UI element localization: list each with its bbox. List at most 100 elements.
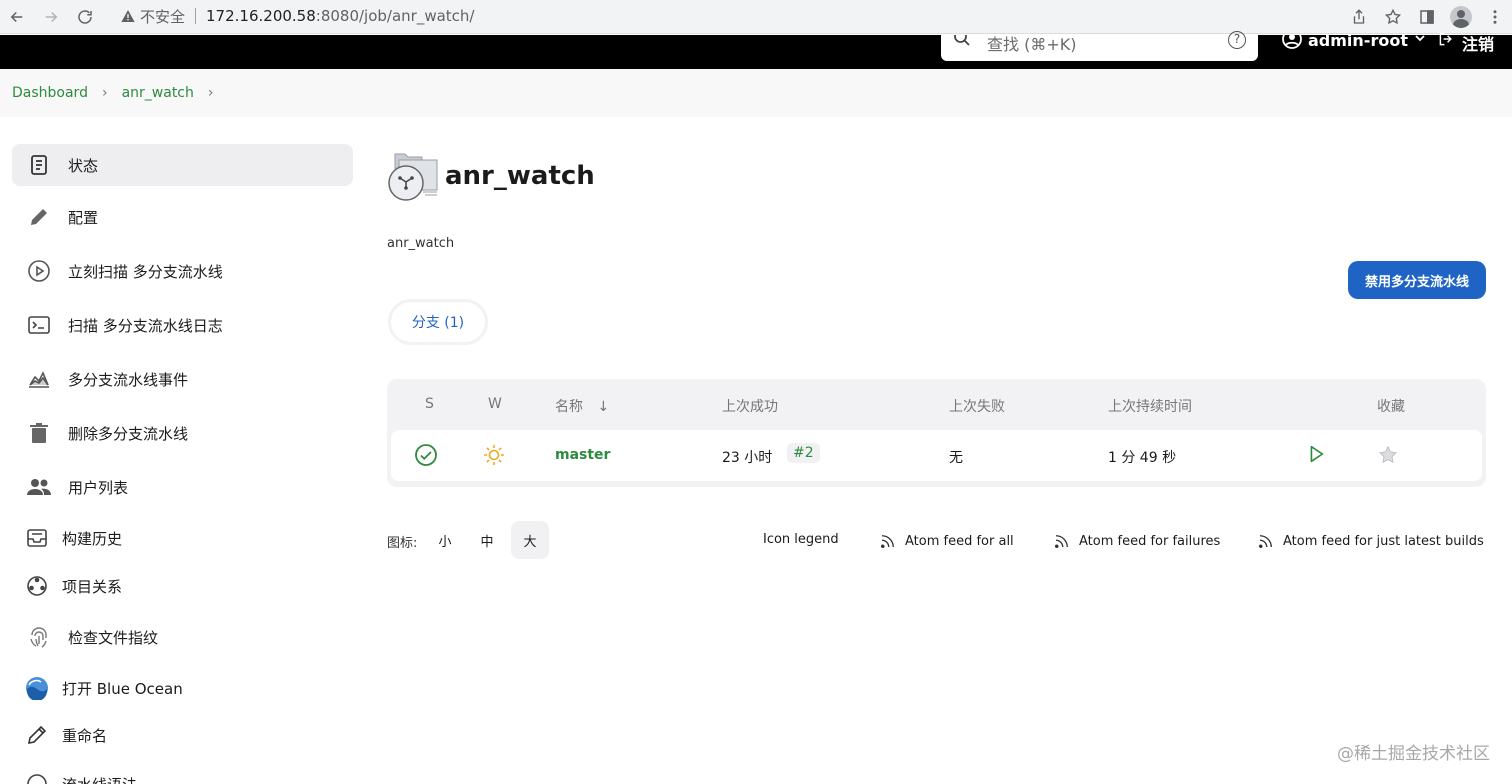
icon-legend-label: Icon legend <box>763 532 839 547</box>
sidebar-item-label: 立刻扫描 多分支流水线 <box>68 262 223 281</box>
sidebar-item-relationship[interactable]: 项目关系 <box>12 565 353 607</box>
table-header: S W 名称 ↓ 上次成功 上次失败 上次持续时间 收藏 <box>387 379 1486 429</box>
rename-pencil-icon <box>24 722 50 748</box>
sidebar-item-label: 构建历史 <box>62 529 123 548</box>
url-path: :8080/job/anr_watch/ <box>315 7 475 25</box>
profile-button[interactable] <box>1444 2 1478 32</box>
breadcrumb-job[interactable]: anr_watch <box>122 85 194 101</box>
user-circle-icon <box>1282 35 1302 49</box>
page-title: anr_watch <box>445 161 595 191</box>
document-icon <box>26 152 52 178</box>
sidebar-item-rename[interactable]: 重命名 <box>12 714 353 756</box>
atom-feed-all-link[interactable]: Atom feed for all <box>879 532 1014 550</box>
users-icon <box>26 474 52 500</box>
sidebar-item-delete[interactable]: 删除多分支流水线 <box>12 412 353 454</box>
sidebar-item-label: 状态 <box>68 156 99 175</box>
reload-icon <box>78 9 92 24</box>
sidebar-item-label: 检查文件指纹 <box>68 628 159 647</box>
logout-button[interactable]: 注销 <box>1436 32 1494 55</box>
sidebar-item-status[interactable]: 状态 <box>12 144 353 186</box>
terminal-icon <box>26 312 52 338</box>
omnibox-divider <box>195 8 197 24</box>
build-number-link[interactable]: #2 <box>787 443 820 463</box>
profile-avatar-icon <box>1450 6 1472 28</box>
sidebar-item-build-history[interactable]: 构建历史 <box>12 517 353 559</box>
sidebar-item-label: 删除多分支流水线 <box>68 424 189 443</box>
reload-button[interactable] <box>68 2 102 32</box>
search-icon <box>953 35 971 49</box>
favorite-star-icon[interactable] <box>1377 444 1399 470</box>
help-icon[interactable]: ? <box>1228 31 1246 49</box>
browser-menu-button[interactable] <box>1478 2 1512 32</box>
chevron-right-icon: › <box>101 85 108 101</box>
atom-feed-failures-label: Atom feed for failures <box>1079 533 1221 549</box>
back-button[interactable] <box>0 2 34 32</box>
sidebar-item-label: 打开 Blue Ocean <box>62 679 183 698</box>
share-button[interactable] <box>1342 2 1376 32</box>
atom-feed-latest-link[interactable]: Atom feed for just latest builds <box>1257 532 1484 550</box>
arrow-left-icon <box>10 11 23 22</box>
sidebar-item-fingerprint[interactable]: 检查文件指纹 <box>12 616 353 658</box>
header-last-failure[interactable]: 上次失败 <box>949 396 1005 416</box>
sun-weather-icon <box>482 443 506 471</box>
play-circle-icon <box>26 258 52 284</box>
user-menu[interactable]: admin-root <box>1282 31 1426 55</box>
disable-pipeline-button[interactable]: 禁用多分支流水线 <box>1348 261 1486 299</box>
play-build-icon[interactable] <box>1305 443 1327 469</box>
sidebar-item-scan-log[interactable]: 扫描 多分支流水线日志 <box>12 304 353 346</box>
logout-icon <box>1439 32 1452 46</box>
chevron-right-icon[interactable]: › <box>208 85 214 101</box>
sidebar-item-label: 流水线语法 <box>62 774 137 784</box>
sidebar-item-label: 项目关系 <box>62 577 123 596</box>
branch-link-master[interactable]: master <box>555 447 610 463</box>
header-weather[interactable]: W <box>488 396 502 412</box>
sidebar-item-pipeline-syntax[interactable]: 流水线语法 <box>12 763 353 784</box>
header-name[interactable]: 名称 ↓ <box>555 396 609 416</box>
icon-size-label: 图标: <box>387 536 418 551</box>
job-description: anr_watch <box>387 236 455 251</box>
breadcrumb-dashboard[interactable]: Dashboard <box>12 85 88 101</box>
side-panel-icon <box>1420 10 1434 24</box>
branch-table: S W 名称 ↓ 上次成功 上次失败 上次持续时间 收藏 master 23 小… <box>387 379 1486 487</box>
sidebar-item-label: 重命名 <box>62 726 108 745</box>
icon-size-small[interactable]: 小 <box>426 521 464 559</box>
multibranch-folder-icon <box>387 150 439 202</box>
sidebar-item-configure[interactable]: 配置 <box>12 196 353 238</box>
sidebar: 状态 配置 立刻扫描 多分支流水线 扫描 多分支流水线日志 多分支流水线事件 删… <box>12 144 353 784</box>
sidebar-item-events[interactable]: 多分支流水线事件 <box>12 358 353 400</box>
chevron-down-icon <box>1415 35 1425 42</box>
job-header: anr_watch <box>387 150 595 202</box>
sidebar-item-blue-ocean[interactable]: 打开 Blue Ocean <box>12 667 353 709</box>
kebab-menu-icon <box>1493 10 1497 24</box>
header-status[interactable]: S <box>425 396 434 412</box>
tab-branches[interactable]: 分支 (1) <box>388 299 488 345</box>
icon-size-large[interactable]: 大 <box>511 521 549 559</box>
icon-size-medium[interactable]: 中 <box>468 521 506 559</box>
sidebar-item-people[interactable]: 用户列表 <box>12 466 353 508</box>
forward-button[interactable] <box>34 2 68 32</box>
atom-feed-failures-link[interactable]: Atom feed for failures <box>1053 532 1220 550</box>
atom-feed-latest-label: Atom feed for just latest builds <box>1283 533 1484 549</box>
sidebar-item-label: 配置 <box>68 208 99 227</box>
breadcrumb: Dashboard › anr_watch › <box>0 69 1512 117</box>
bookmark-button[interactable] <box>1376 2 1410 32</box>
sidebar-item-scan-now[interactable]: 立刻扫描 多分支流水线 <box>12 250 353 292</box>
last-success-time: 23 小时 <box>722 450 773 466</box>
header-last-success[interactable]: 上次成功 <box>722 396 778 416</box>
sort-arrow-icon: ↓ <box>597 399 610 415</box>
star-outline-icon <box>1384 8 1402 25</box>
side-panel-button[interactable] <box>1410 2 1444 32</box>
chart-icon <box>26 366 52 392</box>
warning-triangle-icon <box>120 8 136 24</box>
icon-legend-link[interactable]: Icon legend <box>763 532 839 547</box>
security-label: 不安全 <box>140 7 186 26</box>
address-bar[interactable]: 不安全 172.16.200.58 :8080/job/anr_watch/ <box>108 3 1334 29</box>
watermark: @稀土掘金技术社区 <box>1337 744 1490 764</box>
header-last-duration[interactable]: 上次持续时间 <box>1108 396 1192 416</box>
browser-actions <box>1342 0 1512 34</box>
sidebar-item-label: 多分支流水线事件 <box>68 370 189 389</box>
search-placeholder: 查找 (⌘+K) <box>987 35 1077 54</box>
table-row: master 23 小时 #2 无 1 分 49 秒 <box>391 430 1482 481</box>
blue-ocean-icon <box>24 675 50 701</box>
search-input[interactable]: 查找 (⌘+K) ? <box>941 31 1258 61</box>
